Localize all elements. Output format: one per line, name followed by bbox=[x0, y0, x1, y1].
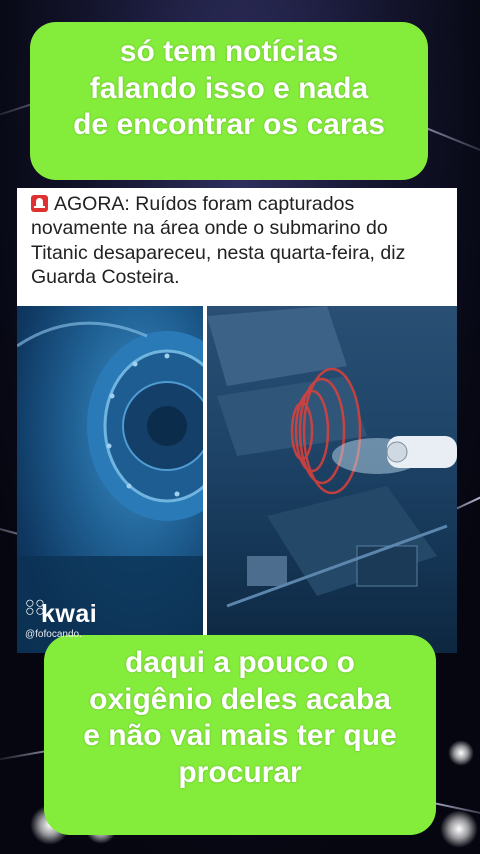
caption-bottom-line: procurar bbox=[178, 755, 302, 789]
caption-bottom: daqui a pouco o oxigênio deles acaba e n… bbox=[44, 635, 436, 835]
post-text-line: Guarda Costeira. bbox=[31, 266, 180, 289]
post-text-line: Titanic desapareceu, nesta quarta-feira,… bbox=[31, 241, 406, 264]
watermark-brand: kwai bbox=[41, 600, 98, 628]
post-text-line: AGORA: Ruídos foram capturados bbox=[54, 193, 355, 215]
titanic-wreck-photo bbox=[207, 306, 457, 653]
kwai-logo-icon: ○○ ○○ bbox=[25, 595, 46, 620]
post-text-line: novamente na área onde o submarino do bbox=[31, 217, 388, 240]
siren-icon bbox=[31, 195, 48, 212]
post-text: AGORA: Ruídos foram capturados novamente… bbox=[31, 192, 445, 290]
stage-light bbox=[440, 810, 478, 848]
caption-top-line: falando isso e nada bbox=[89, 71, 369, 105]
caption-top: só tem notícias falando isso e nada de e… bbox=[30, 22, 428, 180]
kwai-watermark: ○○ ○○kwai @fofocando. bbox=[25, 595, 98, 641]
news-post-card: AGORA: Ruídos foram capturados novamente… bbox=[17, 188, 457, 653]
stage-light bbox=[448, 740, 474, 766]
watermark-handle: @fofocando. bbox=[25, 629, 82, 640]
caption-top-line: de encontrar os caras bbox=[73, 108, 385, 142]
caption-bottom-line: daqui a pouco o bbox=[125, 646, 355, 679]
caption-bottom-line: oxigênio deles acaba bbox=[89, 682, 391, 716]
caption-top-line: só tem notícias bbox=[119, 35, 339, 68]
wreck-illustration bbox=[207, 306, 457, 608]
caption-bottom-line: e não vai mais ter que bbox=[83, 719, 397, 753]
